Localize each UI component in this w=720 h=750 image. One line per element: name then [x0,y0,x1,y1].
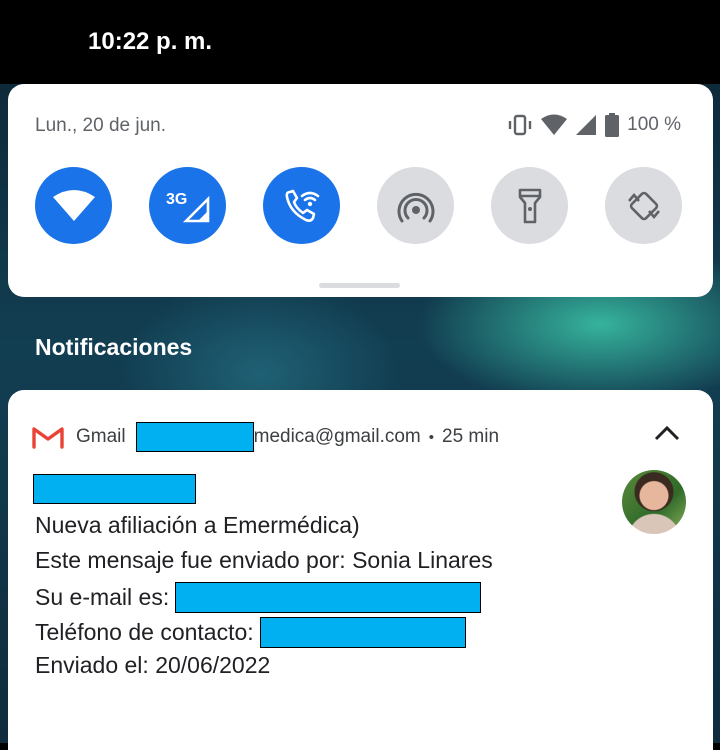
separator-dot: • [428,428,435,446]
wifi-tile[interactable] [35,167,112,244]
hotspot-tile[interactable] [377,167,454,244]
wifi-icon [52,189,95,221]
notification-time: 25 min [442,426,500,447]
redacted-sender-name [33,474,196,504]
notification-date-line: Enviado el: 20/06/2022 [35,652,271,678]
redacted-email [175,582,482,613]
system-status-icons: 100 % [507,113,681,137]
collapse-chevron-icon[interactable] [653,424,681,442]
battery-percentage: 100 % [627,114,681,135]
app-name: Gmail [76,426,126,447]
phone-label: Teléfono de contacto: [35,619,254,645]
wifi-status-icon [541,114,568,135]
account-email: medica@gmail.com [253,426,421,447]
flashlight-icon [518,188,541,223]
vibrate-icon [508,114,532,136]
quick-settings-tiles: 3G [35,167,682,244]
redacted-phone [259,617,466,648]
flashlight-tile[interactable] [491,167,568,244]
date-label[interactable]: Lun., 20 de jun. [35,115,166,137]
battery-icon [605,113,620,137]
notification-subject: Nueva afiliación a Emermédica) [35,512,360,538]
svg-text:3G: 3G [166,191,187,208]
notification-email-line: Su e-mail es: [35,582,482,613]
wifi-calling-tile[interactable] [263,167,340,244]
gmail-notification[interactable]: Gmail medica@gmail.com • 25 min Nueva af… [8,390,713,750]
quick-settings-panel: Lun., 20 de jun. 100 % 3G [8,84,713,297]
notification-phone-line: Teléfono de contacto: [35,617,466,648]
auto-rotate-icon [627,191,660,220]
notification-sender-line: Este mensaje fue enviado por: Sonia Lina… [35,547,493,573]
hotspot-icon [397,192,434,222]
clock: 10:22 p. m. [88,28,213,55]
auto-rotate-tile[interactable] [605,167,682,244]
sender-avatar [622,470,686,534]
email-label: Su e-mail es: [35,584,170,610]
status-bar: 10:22 p. m. [0,0,720,84]
notifications-header: Notificaciones [35,334,193,360]
3g-signal-icon: 3G [166,191,209,222]
mobile-data-tile[interactable]: 3G [149,167,226,244]
panel-drag-handle[interactable] [319,283,400,288]
wifi-calling-icon [285,189,319,222]
redacted-account-prefix [135,422,254,452]
notification-header-row: Gmail medica@gmail.com • 25 min [32,422,499,452]
signal-icon [576,115,597,135]
gmail-icon [32,427,64,449]
